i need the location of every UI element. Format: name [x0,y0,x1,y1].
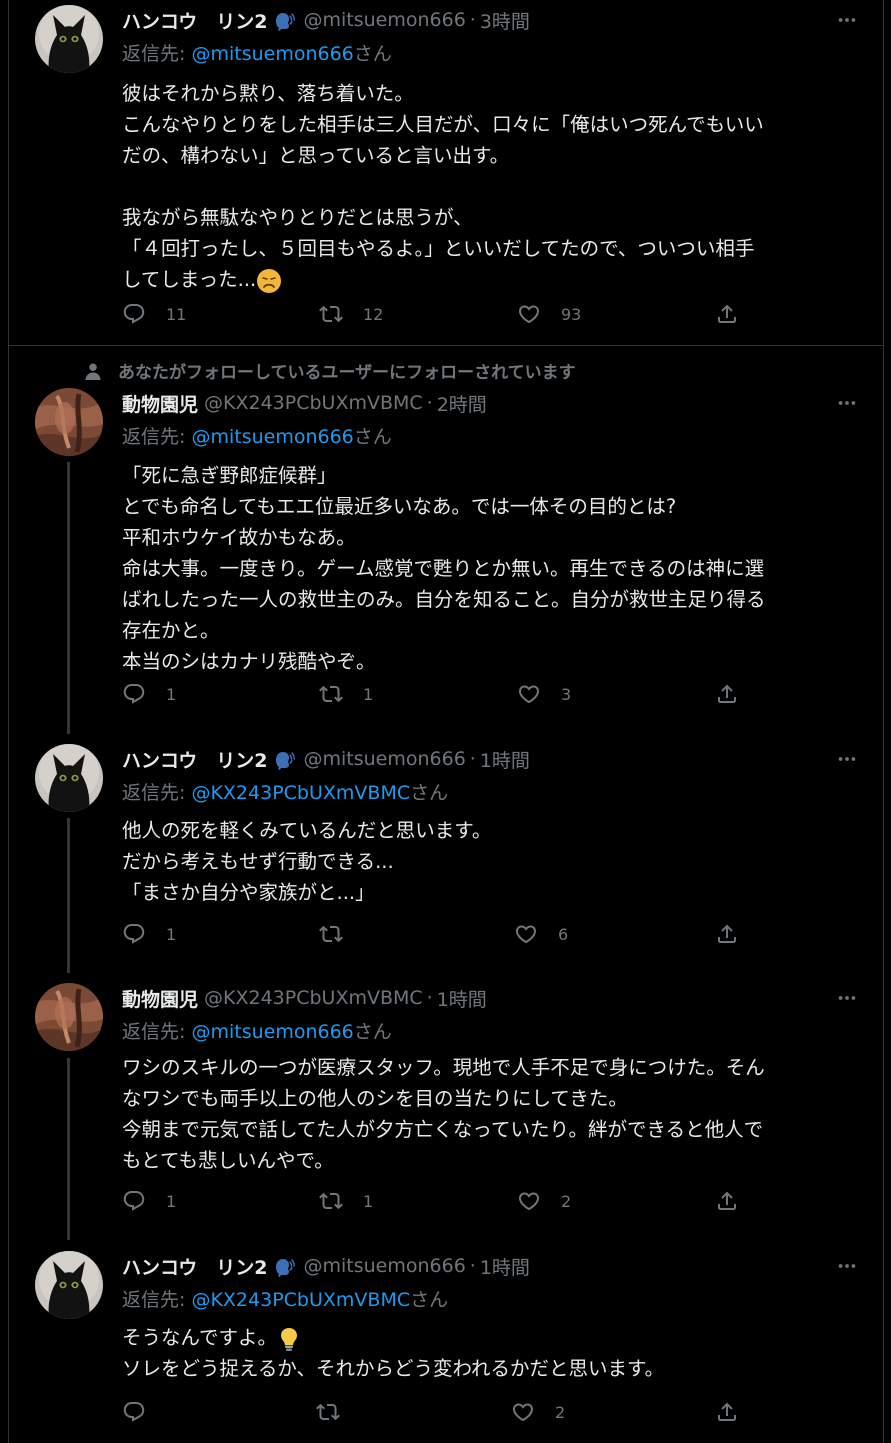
display-name[interactable]: ハンコウ リン2 [122,7,267,34]
reply-button[interactable]: 1 [122,1186,176,1216]
retweet-button[interactable]: 1 [319,679,373,709]
social-context: あなたがフォローしているユーザーにフォローされています [84,358,576,383]
more-options-icon[interactable] [836,748,858,770]
share-button[interactable] [715,299,739,329]
timestamp[interactable]: 2時間 [437,390,487,417]
tweet-text: そうなんですよ。 ソレをどう捉えるか、それからどう変われるかだと思います。 [122,1326,665,1380]
avatar[interactable] [35,388,103,456]
display-name[interactable]: 動物園児 [122,985,198,1012]
replying-to: 返信先: @KX243PCbUXmVBMCさん [122,782,449,804]
display-name[interactable]: ハンコウ リン2 [122,746,267,773]
tweet-text: ワシのスキルの一つが医療スタッフ。現地で人手不足で身につけた。そん なワシでも両… [122,1056,765,1172]
user-handle[interactable]: @mitsuemon666 [303,1255,465,1277]
timeline-border-left [8,0,9,345]
avatar[interactable] [35,744,103,812]
thread-line [67,462,70,734]
share-button[interactable] [715,1397,739,1427]
speaking-head-icon [273,1254,297,1278]
user-handle[interactable]: @mitsuemon666 [303,748,465,770]
avatar[interactable] [35,5,103,73]
share-button[interactable] [715,679,739,709]
like-button[interactable]: 2 [517,1186,571,1216]
retweet-button[interactable]: 12 [319,299,383,329]
timestamp[interactable]: 1時間 [437,985,487,1012]
replying-to: 返信先: @mitsuemon666さん [122,1021,392,1043]
user-handle[interactable]: @KX243PCbUXmVBMC [204,392,423,414]
dot-separator: · [426,392,433,414]
tweet-actions: 1 6 [122,919,762,949]
display-name[interactable]: ハンコウ リン2 [122,1253,267,1280]
user-handle[interactable]: @KX243PCbUXmVBMC [204,987,423,1009]
timestamp[interactable]: 1時間 [480,746,530,773]
display-name[interactable]: 動物園児 [122,390,198,417]
disappointed-face-icon [257,268,282,293]
tweet-actions: 11 12 93 [122,299,762,329]
timestamp[interactable]: 1時間 [480,1253,530,1280]
speaking-head-icon [273,747,297,771]
timeline-border-right [883,0,884,1443]
reply-button[interactable]: 11 [122,299,186,329]
retweet-button[interactable] [319,919,363,949]
tweet-text: 彼はそれから黙り、落ち着いた。 こんなやりとりをした相手は三人目だが、口々に「俺… [122,78,764,295]
person-icon [85,363,101,380]
speaking-head-icon [273,8,297,32]
tweet-text: 「死に急ぎ野郎症候群」 とでも命名してもエエ位最近多いなあ。では一体その目的とは… [122,464,766,673]
avatar[interactable] [35,1251,103,1319]
mention-link[interactable]: @mitsuemon666 [191,43,353,65]
dot-separator: · [469,1255,476,1277]
more-options-icon[interactable] [836,1255,858,1277]
tweet-actions: 1 1 2 [122,1186,762,1216]
share-button[interactable] [715,1186,739,1216]
mention-link[interactable]: @mitsuemon666 [191,1021,353,1043]
user-handle[interactable]: @mitsuemon666 [303,9,465,31]
tweet-divider [8,345,884,346]
tweet-actions: 2 [122,1397,762,1427]
reply-button[interactable] [122,1397,166,1427]
retweet-button[interactable] [316,1397,360,1427]
mention-link[interactable]: @mitsuemon666 [191,426,353,448]
avatar[interactable] [35,983,103,1051]
retweet-button[interactable]: 1 [319,1186,373,1216]
replying-to: 返信先: @KX243PCbUXmVBMCさん [122,1289,449,1311]
share-button[interactable] [715,919,739,949]
dot-separator: · [469,748,476,770]
mention-link[interactable]: @KX243PCbUXmVBMC [191,1289,410,1311]
more-options-icon[interactable] [836,392,858,414]
like-button[interactable]: 3 [517,679,571,709]
dot-separator: · [469,9,476,31]
thread-line [67,1058,70,1240]
thread-line [67,818,70,973]
reply-button[interactable]: 1 [122,679,176,709]
tweet-text: 他人の死を軽くみているんだと思います。 だから考えもせず行動できる... 「まさ… [122,819,492,904]
replying-to: 返信先: @mitsuemon666さん [122,426,392,448]
light-bulb-icon [281,1327,298,1351]
like-button[interactable]: 2 [511,1397,565,1427]
more-options-icon[interactable] [836,9,858,31]
reply-button[interactable]: 1 [122,919,176,949]
more-options-icon[interactable] [836,987,858,1009]
like-button[interactable]: 93 [517,299,581,329]
replying-to: 返信先: @mitsuemon666さん [122,43,392,65]
timeline-border-left [8,345,9,1443]
tweet-actions: 1 1 3 [122,679,762,709]
mention-link[interactable]: @KX243PCbUXmVBMC [191,782,410,804]
timestamp[interactable]: 3時間 [480,7,530,34]
like-button[interactable]: 6 [514,919,568,949]
dot-separator: · [426,987,433,1009]
